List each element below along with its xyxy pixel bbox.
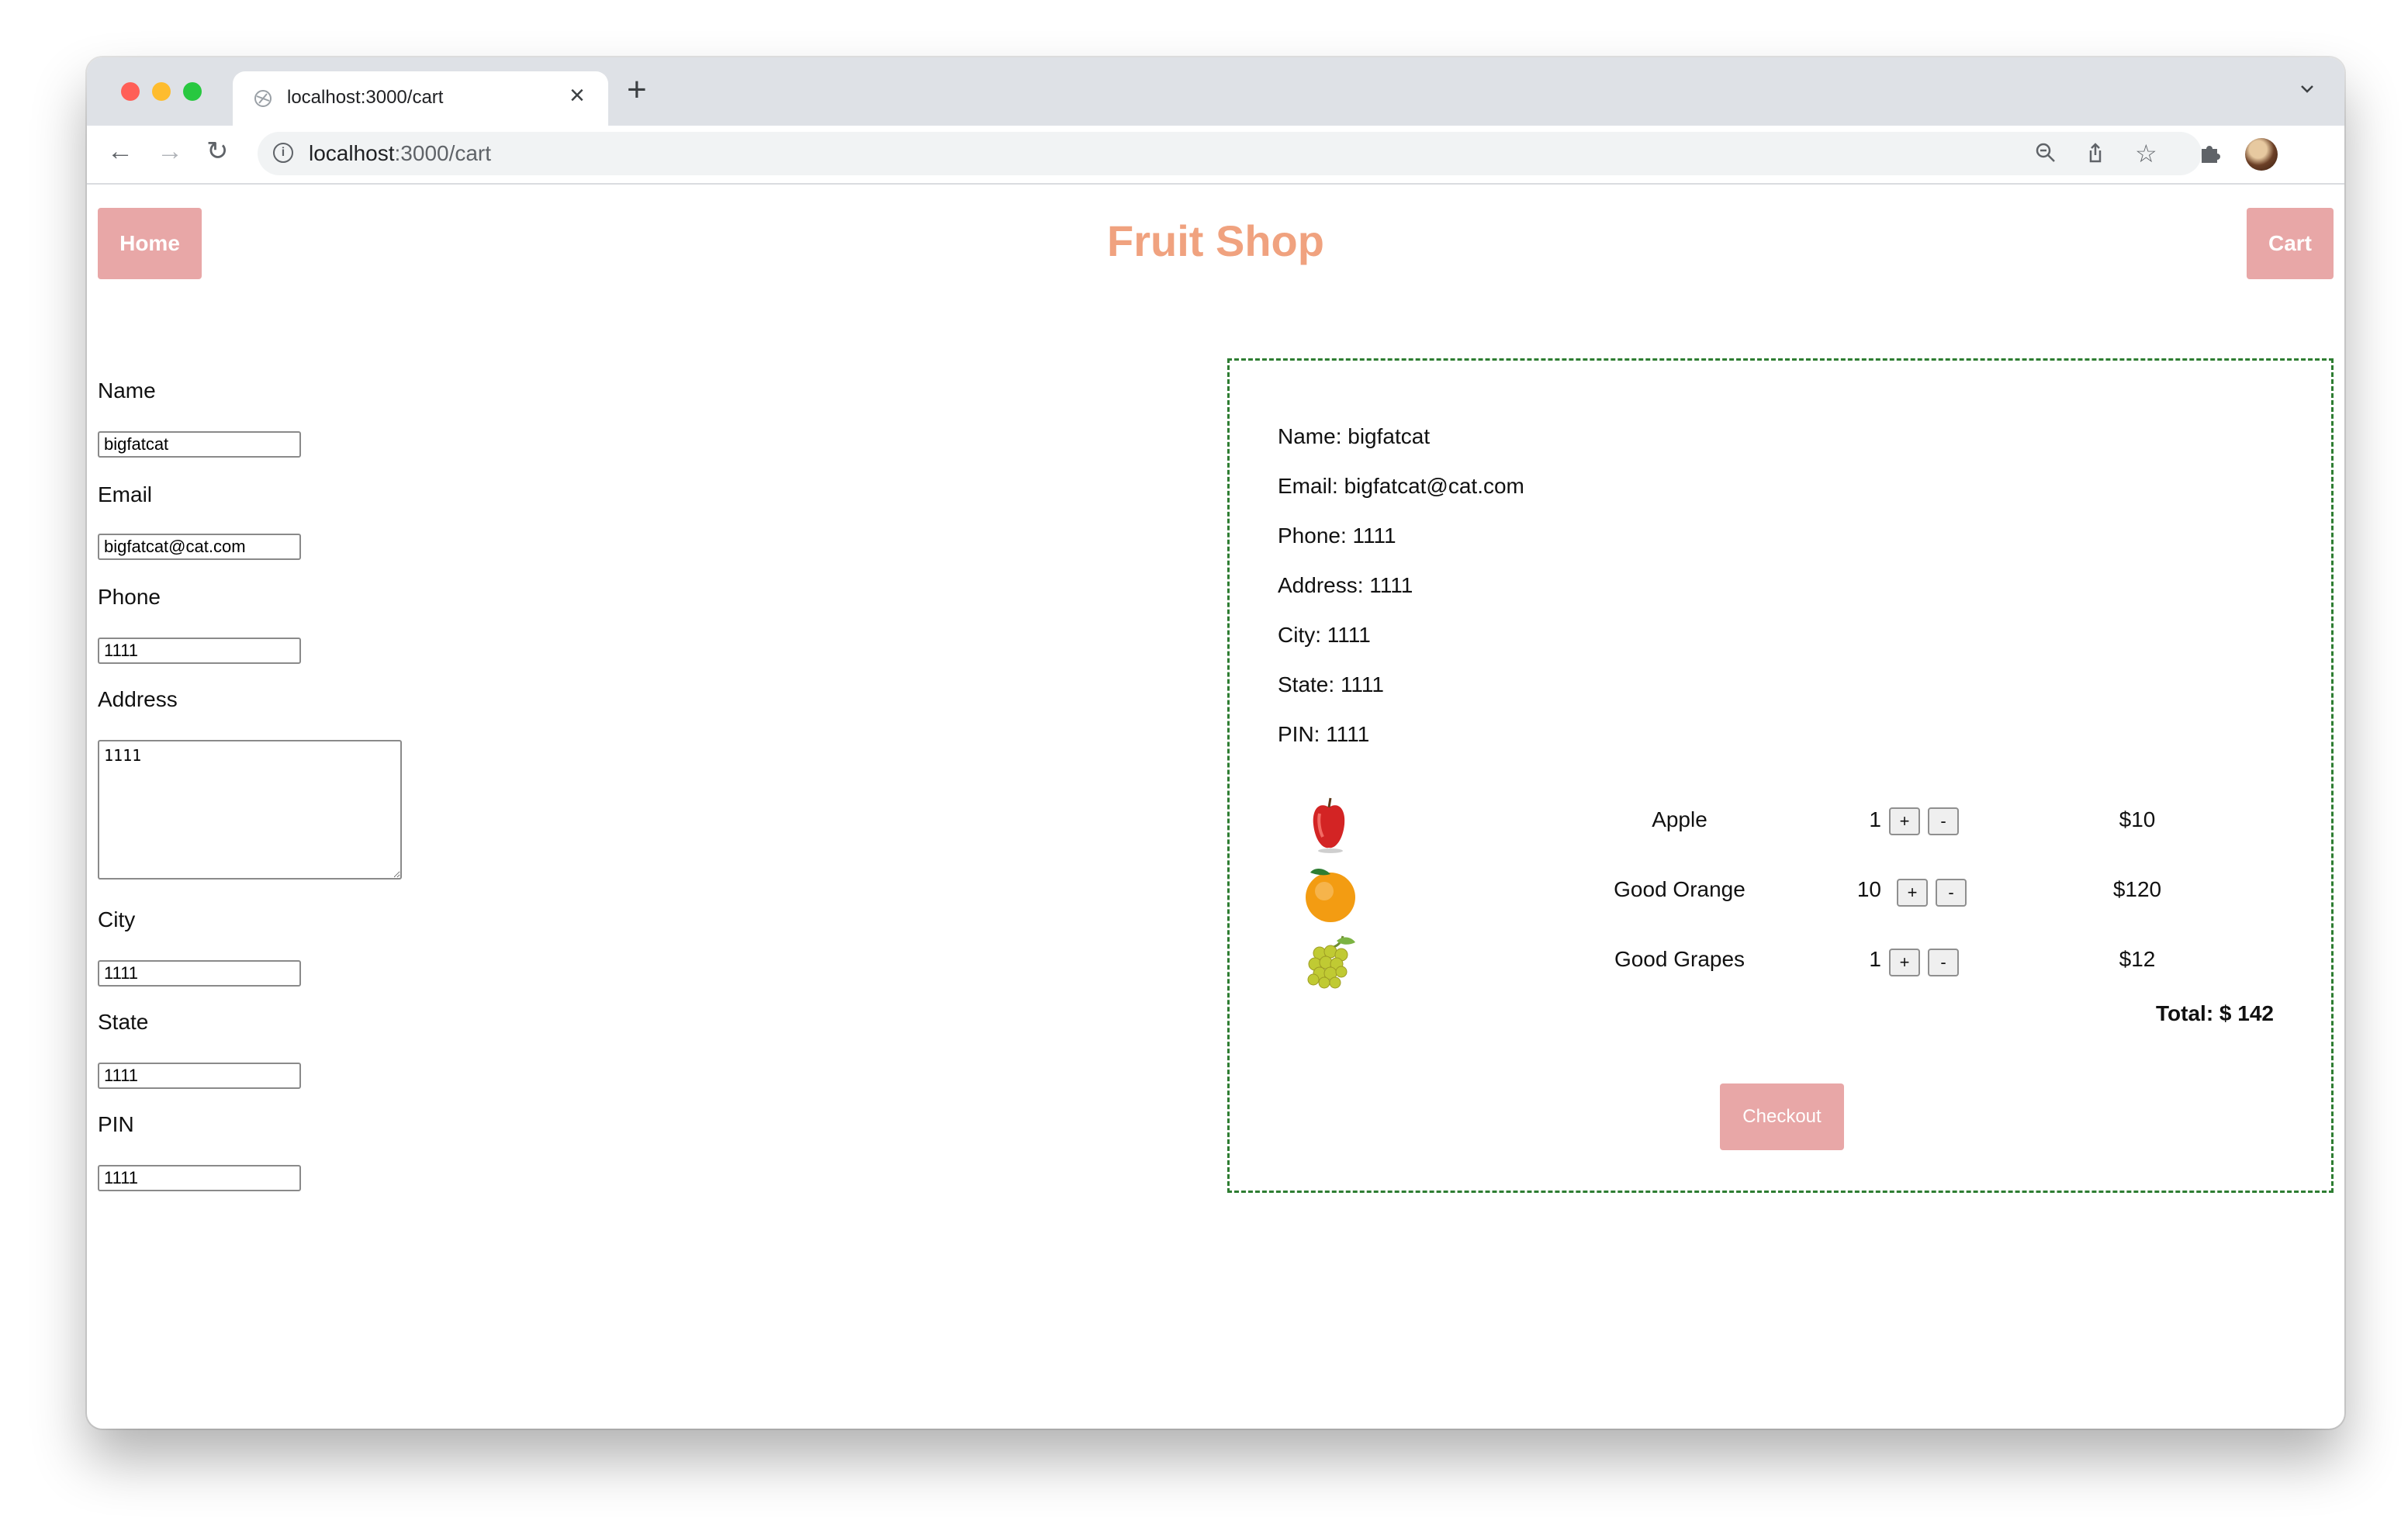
star-icon[interactable]: ☆ — [2135, 141, 2157, 166]
new-tab-icon[interactable]: + — [627, 73, 647, 107]
summary-email: Email: bigfatcat@cat.com — [1278, 474, 1524, 498]
name-field[interactable] — [98, 431, 301, 458]
orange-image — [1306, 869, 1355, 922]
name-label: Name — [98, 378, 156, 403]
page-content: Home Fruit Shop Cart Name Email Phone Ad… — [87, 185, 2344, 1429]
state-label: State — [98, 1010, 149, 1034]
url-host: localhost — [309, 141, 395, 165]
extensions-icon[interactable] — [2197, 140, 2222, 164]
cart-item-row: Good Orange 10 + - $120 — [1230, 860, 2331, 930]
reload-icon[interactable]: ↻ — [206, 138, 229, 164]
close-icon[interactable]: × — [569, 82, 585, 109]
decrease-qty-button[interactable]: - — [1928, 949, 1959, 976]
back-icon[interactable]: ← — [107, 138, 133, 164]
checkout-button[interactable]: Checkout — [1720, 1083, 1844, 1150]
grapes-image — [1307, 935, 1355, 989]
increase-qty-button[interactable]: + — [1889, 807, 1920, 835]
order-total: Total: $ 142 — [2156, 1001, 2274, 1025]
tab-strip: localhost:3000/cart × + — [87, 57, 2344, 126]
cart-button[interactable]: Cart — [2247, 208, 2334, 279]
zoom-icon[interactable] — [2034, 141, 2057, 164]
city-label: City — [98, 907, 136, 931]
maximize-window-button[interactable] — [183, 82, 202, 101]
order-summary: Name: bigfatcat Email: bigfatcat@cat.com… — [1227, 358, 2334, 1193]
address-field[interactable]: 1111 — [98, 740, 402, 880]
increase-qty-button[interactable]: + — [1889, 949, 1920, 976]
info-icon[interactable]: i — [273, 143, 293, 163]
apple-image — [1313, 797, 1345, 853]
item-qty: 1 — [1869, 947, 1881, 971]
address-bar[interactable]: i localhost:3000/cart ☆ — [258, 132, 2202, 175]
tab-list-icon[interactable] — [2298, 79, 2316, 98]
pin-field[interactable] — [98, 1165, 301, 1191]
close-window-button[interactable] — [121, 82, 140, 101]
item-name: Good Orange — [1614, 877, 1745, 901]
tab-title: localhost:3000/cart — [287, 87, 444, 108]
email-label: Email — [98, 482, 153, 506]
pin-label: PIN — [98, 1112, 134, 1136]
item-price: $120 — [2112, 877, 2162, 901]
address-label: Address — [98, 687, 178, 711]
summary-city: City: 1111 — [1278, 623, 1371, 647]
browser-window: localhost:3000/cart × + ← → ↻ i localhos… — [87, 57, 2344, 1429]
forward-icon[interactable]: → — [157, 138, 183, 164]
phone-label: Phone — [98, 585, 161, 609]
cart-item-row: Apple 1 + - $10 — [1230, 790, 2331, 860]
item-qty: 10 — [1856, 877, 1881, 901]
summary-state: State: 1111 — [1278, 672, 1384, 696]
share-icon[interactable] — [2084, 141, 2107, 164]
decrease-qty-button[interactable]: - — [1928, 807, 1959, 835]
item-qty: 1 — [1869, 807, 1881, 831]
item-price: $12 — [2119, 947, 2156, 971]
profile-avatar[interactable] — [2245, 138, 2278, 171]
globe-icon — [254, 90, 272, 107]
url-text[interactable]: localhost:3000/cart — [309, 141, 491, 166]
url-path: :3000/cart — [394, 141, 492, 165]
item-name: Good Grapes — [1614, 947, 1745, 971]
city-field[interactable] — [98, 960, 301, 987]
page-title: Fruit Shop — [1107, 216, 1324, 265]
summary-address: Address: 1111 — [1278, 573, 1413, 597]
summary-pin: PIN: 1111 — [1278, 722, 1370, 746]
summary-phone: Phone: 1111 — [1278, 524, 1396, 548]
item-name: Apple — [1652, 807, 1707, 831]
cart-item-row: Good Grapes 1 + - $12 — [1230, 930, 2331, 1000]
item-price: $10 — [2119, 807, 2156, 831]
minimize-window-button[interactable] — [152, 82, 171, 101]
phone-field[interactable] — [98, 638, 301, 664]
increase-qty-button[interactable]: + — [1897, 879, 1928, 907]
email-field[interactable] — [98, 534, 301, 560]
decrease-qty-button[interactable]: - — [1936, 879, 1967, 907]
browser-tab[interactable]: localhost:3000/cart × — [233, 71, 608, 126]
state-field[interactable] — [98, 1063, 301, 1089]
browser-toolbar: ← → ↻ i localhost:3000/cart ☆ — [87, 126, 2344, 185]
summary-name: Name: bigfatcat — [1278, 424, 1431, 448]
